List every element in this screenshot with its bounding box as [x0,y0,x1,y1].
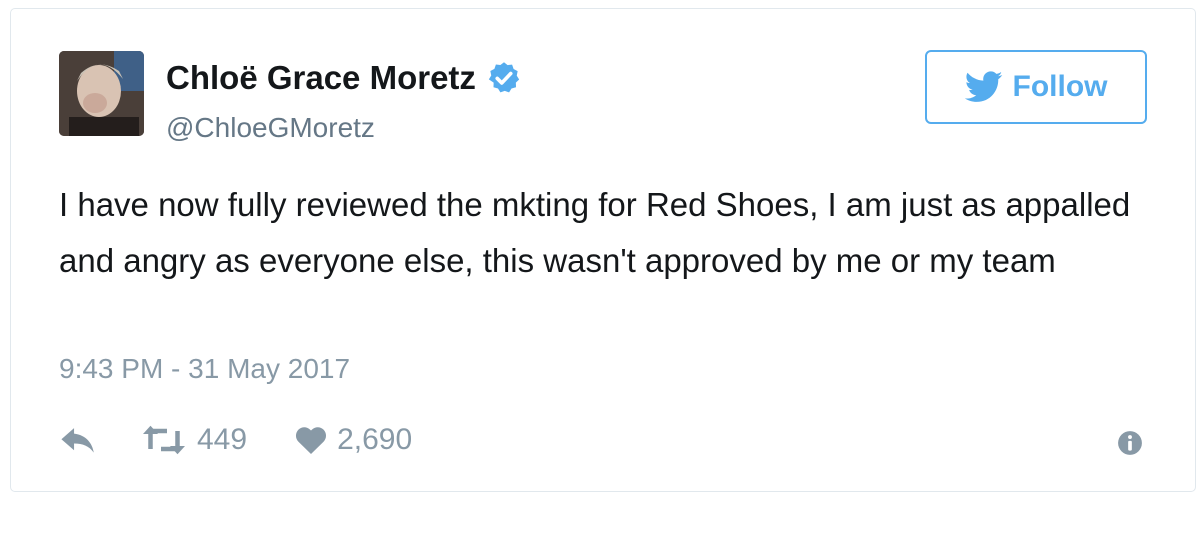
follow-button[interactable]: Follow [925,50,1147,124]
reply-icon [61,428,94,453]
author-handle[interactable]: @ChloeGMoretz [166,112,375,144]
reply-button[interactable] [59,425,97,455]
retweet-button[interactable]: 449 [141,423,247,457]
avatar-photo [59,51,144,136]
tweet-card: Chloë Grace Moretz @ChloeGMoretz Follow … [10,8,1196,492]
heart-icon [296,427,327,454]
like-button[interactable]: 2,690 [295,423,412,457]
like-count: 2,690 [337,423,413,456]
tweet-timestamp[interactable]: 9:43 PM - 31 May 2017 [59,353,350,385]
tweet-actions: 449 2,690 [59,423,412,457]
follow-label: Follow [1012,70,1108,103]
retweet-count: 449 [197,423,248,456]
tweet-text: I have now fully reviewed the mkting for… [59,186,1131,279]
info-icon[interactable] [1117,430,1143,456]
author-name[interactable]: Chloë Grace Moretz [166,59,476,97]
verified-badge-icon [488,62,520,93]
avatar[interactable] [59,51,144,136]
retweet-icon [143,425,185,455]
twitter-bird-icon [964,71,1002,102]
